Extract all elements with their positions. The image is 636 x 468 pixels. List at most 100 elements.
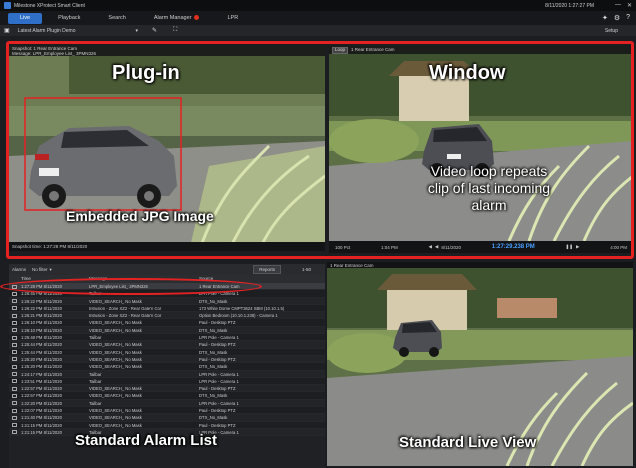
views-icon[interactable]: ▣ [4, 27, 10, 34]
alarm-row-source: DTX_No_Mask [199, 349, 228, 355]
alarm-snapshot-icon [12, 386, 17, 391]
alarm-snapshot-icon [12, 313, 17, 318]
settings-gear-icon[interactable]: ⚙ [614, 14, 620, 22]
alarm-row-source: LPR Pole - Camera 1 [199, 371, 239, 377]
alarm-row-source: Paul - Desktop PTZ [199, 320, 236, 326]
alarm-row-source: DTX_No_Mask [199, 415, 228, 421]
alarm-row[interactable]: 1:22:20 PM 8/11/2020 Tailbar LPR Pole - Ca… [9, 399, 325, 408]
play-forward-icon[interactable]: ▶ [576, 244, 579, 250]
alarm-filter-chevron-icon[interactable]: ▾ [50, 267, 52, 273]
alarm-row-message: VIDEO_SEARCH_ No Mask [89, 386, 142, 392]
alarm-row[interactable]: 1:21:15 PM 8/11/2020 VIDEO_SEARCH_ No Mas… [9, 421, 325, 429]
alarm-row[interactable]: 1:23:51 PM 8/11/2020 Tailbar LPR Pole - Ca… [9, 377, 325, 386]
alarm-row[interactable]: 1:27:28 PM 8/11/2020 LPR_Employee List_ 3… [9, 283, 325, 291]
alarm-row[interactable]: 1:22:57 PM 8/11/2020 VIDEO_SEARCH_ No Mas… [9, 385, 325, 393]
minimize-button[interactable]: — [615, 2, 621, 9]
alarm-row[interactable]: 1:25:44 PM 8/11/2020 VIDEO_SEARCH_ No Mas… [9, 341, 325, 349]
alarm-row-time: 1:25:20 PM 8/11/2020 [21, 356, 62, 362]
alarm-row[interactable]: 1:26:22 PM 8/11/2020 Intrusion - Zone XZ2… [9, 304, 325, 313]
tab-live[interactable]: Live [8, 12, 43, 24]
alarm-row-time: 1:23:51 PM 8/11/2020 [21, 378, 62, 384]
loop-button[interactable]: Loop [332, 47, 349, 54]
plugin-snapshot-message: Message: LPR_Employee List_ 3PMN326 [12, 50, 97, 56]
play-back-icon[interactable]: ◀ [435, 244, 438, 250]
window-title: Milestone XProtect Smart Client [14, 2, 85, 9]
alarm-snapshot-icon [12, 401, 17, 406]
plugin-pane[interactable]: Snapshot: 1 Rear Entrance Cam Message: L… [9, 46, 325, 251]
alarm-snapshot-icon [12, 379, 17, 384]
alarm-snapshot-icon [12, 299, 17, 304]
alarm-row[interactable]: 1:21:40 PM 8/11/2020 VIDEO_SEARCH_ No Mas… [9, 414, 325, 422]
alarm-row[interactable]: 1:22:07 PM 8/11/2020 VIDEO_SEARCH_ No Mas… [9, 407, 325, 415]
close-button[interactable]: ✕ [627, 2, 632, 9]
alarm-row[interactable]: 1:26:45 PM 8/11/2020 Tailbar LPR Pole - Ca… [9, 290, 325, 298]
playback-date: 8/11/2020 [441, 244, 462, 250]
alarm-row[interactable]: 1:25:44 PM 8/11/2020 VIDEO_SEARCH_ No Mas… [9, 348, 325, 356]
alarm-row-source: DTX_No_Mask [199, 298, 228, 304]
alarm-row[interactable]: 1:26:21 PM 8/11/2020 Intrusion - Zone XZ2… [9, 312, 325, 320]
window-clock: 8/11/2020 1:27:27 PM [545, 2, 594, 9]
alarm-row-time: 1:26:10 PM 8/11/2020 [21, 320, 62, 326]
help-icon[interactable]: ? [626, 14, 630, 22]
reports-button[interactable]: Reports [253, 265, 281, 274]
column-source[interactable]: Source [199, 276, 213, 281]
tab-alarm-manager[interactable]: Alarm Manager [142, 13, 212, 24]
alarm-row-time: 1:26:22 PM 8/11/2020 [21, 305, 62, 311]
alarm-row-time: 1:25:48 PM 8/11/2020 [21, 335, 62, 341]
alarm-rows: 1:27:28 PM 8/11/2020 LPR_Employee List_ 3… [9, 283, 325, 437]
alarm-row[interactable]: 1:26:10 PM 8/11/2020 VIDEO_SEARCH_ No Mas… [9, 319, 325, 327]
alarm-row[interactable]: 1:25:20 PM 8/11/2020 VIDEO_SEARCH_ No Mas… [9, 363, 325, 371]
playback-timeline-start: 1:04 PM [380, 244, 398, 250]
tab-playback[interactable]: Playback [46, 13, 92, 24]
alarm-row-source: DTX_No_Mask [199, 393, 228, 399]
alarm-row-time: 1:25:20 PM 8/11/2020 [21, 364, 62, 370]
alarm-row-message: Intrusion - Zone XZ2 - Rear Gate'n Cor [89, 305, 162, 311]
alarm-snapshot-icon [12, 284, 17, 289]
alarm-row-message: VIDEO_SEARCH_ No Mask [89, 422, 142, 428]
fullscreen-icon[interactable]: ⛶ [173, 27, 177, 34]
alarm-row-source: DTX_No_Mask [199, 327, 228, 333]
alarm-filter-select[interactable]: No filter [32, 267, 48, 272]
tab-search[interactable]: Search [96, 13, 137, 24]
pin-icon[interactable]: ✎ [152, 27, 157, 34]
alarm-row[interactable]: 1:25:20 PM 8/11/2020 VIDEO_SEARCH_ No Mas… [9, 355, 325, 364]
alarm-row[interactable]: 1:22:57 PM 8/11/2020 VIDEO_SEARCH_ No Mas… [9, 392, 325, 400]
setup-button[interactable]: Setup [605, 28, 618, 34]
view-toolbar: ▣ Latest Alarm Plugin Demo ▾ ✎ ⛶ Setup [0, 25, 636, 36]
alarm-filter-label: Alarms [12, 267, 27, 272]
window-pane[interactable]: Loop 1 Rear Entrance Cam Window Video loo… [329, 46, 633, 241]
column-time[interactable]: Time [21, 276, 31, 281]
alarm-row-time: 1:21:15 PM 8/11/2020 [21, 429, 62, 435]
alarm-snapshot-icon [12, 335, 17, 340]
alarm-snapshot-icon [12, 357, 17, 362]
alarm-row[interactable]: 1:24:17 PM 8/11/2020 Tailbar LPR Pole - Ca… [9, 370, 325, 378]
alarm-row-time: 1:22:07 PM 8/11/2020 [21, 408, 62, 414]
pause-icon[interactable]: ❚❚ [566, 244, 574, 250]
tab-lpr[interactable]: LPR [215, 13, 250, 24]
alarm-list-header: Time Message Source [9, 275, 325, 283]
alarm-row-time: 1:22:20 PM 8/11/2020 [21, 400, 62, 406]
live-view-pane[interactable]: Standard Live View [327, 268, 633, 466]
alarm-row-message: VIDEO_SEARCH_ No Mask [89, 327, 142, 333]
alarm-row-source: LPR Pole - Camera 1 [199, 335, 239, 341]
alarm-row-message: VIDEO_SEARCH_ No Mask [89, 408, 142, 414]
alarm-row[interactable]: 1:26:10 PM 8/11/2020 VIDEO_SEARCH_ No Mas… [9, 326, 325, 335]
alarm-row-message: VIDEO_SEARCH_ No Mask [89, 298, 142, 304]
alarm-indicator-icon [194, 14, 200, 20]
alarm-row-source: LPR Pole - Camera 1 [199, 291, 239, 297]
view-dropdown-chevron-icon[interactable]: ▾ [135, 28, 138, 34]
column-message[interactable]: Message [89, 276, 107, 281]
alarm-count: 1-50 [301, 267, 311, 272]
view-selector[interactable]: Latest Alarm Plugin Demo [18, 28, 76, 34]
alarm-row[interactable]: 1:26:22 PM 8/11/2020 VIDEO_SEARCH_ No Mas… [9, 297, 325, 305]
alarm-row-source: Option Bedroom (10.10.1.238) - Camera 1 [199, 313, 278, 319]
window-caption-line-3: alarm [471, 197, 507, 213]
alarm-row-message: Tailbar [89, 371, 102, 377]
plugin-overlay-caption: Embedded JPG Image [66, 208, 214, 224]
playback-speed[interactable]: 100 Pct [335, 245, 350, 250]
alarm-list-panel: Alarms No filter ▾ Reports 1-50 Time Mes… [9, 264, 325, 468]
alarm-row[interactable]: 1:25:48 PM 8/11/2020 Tailbar LPR Pole - Ca… [9, 334, 325, 342]
step-back-icon[interactable]: ◀ [428, 244, 431, 250]
alarm-row-source: Paul - Desktop PTZ [199, 422, 236, 428]
connection-icon[interactable]: ✦ [602, 14, 608, 22]
